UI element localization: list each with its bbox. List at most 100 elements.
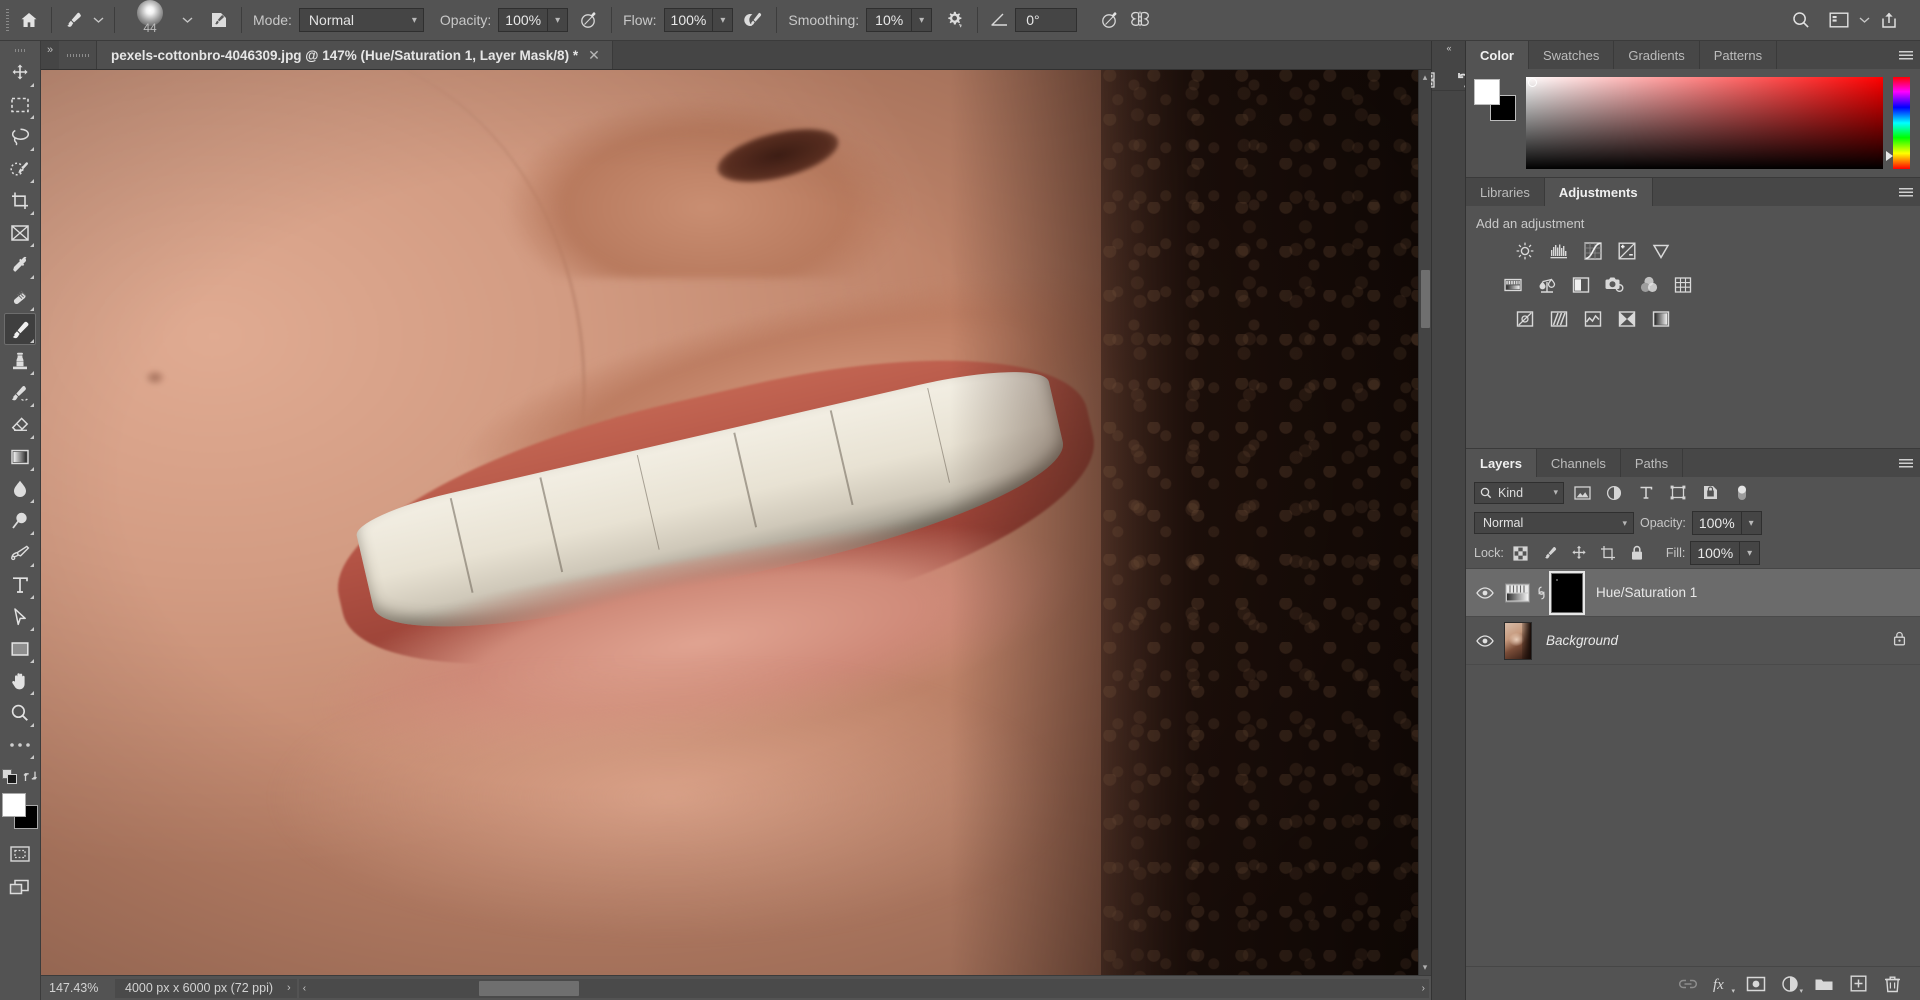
layer-fill-input[interactable]: 100%	[1690, 541, 1741, 565]
zoom-level-field[interactable]: 147.43%	[41, 981, 113, 995]
new-layer-button[interactable]	[1844, 971, 1872, 997]
tools-gripper[interactable]	[13, 43, 27, 57]
chevron-down-icon[interactable]	[1854, 6, 1874, 34]
lock-image-pixels[interactable]	[1538, 542, 1562, 564]
document-info[interactable]: 4000 px x 6000 px (72 ppi) ›	[115, 978, 297, 998]
hue-ramp-marker[interactable]	[1886, 151, 1893, 161]
chevron-right-icon[interactable]: ›	[287, 982, 291, 994]
sidebar-item-path-selection-tool[interactable]	[4, 601, 36, 633]
smoothing-chevron-icon[interactable]: ▾	[912, 8, 933, 32]
default-colors-icon[interactable]	[2, 768, 18, 790]
lock-all[interactable]	[1625, 542, 1649, 564]
gear-icon[interactable]	[940, 6, 970, 34]
smoothing-input[interactable]: 10%	[866, 8, 913, 32]
add-layer-mask-button[interactable]	[1742, 971, 1770, 997]
lock-position[interactable]	[1567, 542, 1591, 564]
opacity-input[interactable]: 100%	[498, 8, 549, 32]
scroll-right-arrow-icon[interactable]: ›	[1422, 983, 1425, 994]
foreground-background-color[interactable]	[2, 793, 38, 829]
vibrance-adjustment[interactable]	[1646, 237, 1676, 265]
flow-chevron-icon[interactable]: ▾	[713, 8, 734, 32]
layer-visibility-toggle[interactable]	[1466, 586, 1504, 599]
filter-shape-layers[interactable]	[1664, 481, 1692, 505]
sidebar-item-gradient-tool[interactable]	[4, 441, 36, 473]
tab-paths[interactable]: Paths	[1620, 449, 1684, 477]
sidebar-item-eraser-tool[interactable]	[4, 409, 36, 441]
layer-name[interactable]: Hue/Saturation 1	[1596, 585, 1697, 600]
more-tools-ellipsis-icon[interactable]	[4, 729, 36, 761]
brush-size-preview[interactable]: 44	[122, 0, 178, 38]
invert-adjustment[interactable]	[1510, 305, 1540, 333]
brush-preset-chevron-icon[interactable]	[89, 6, 107, 34]
sidebar-item-pen-tool[interactable]	[4, 537, 36, 569]
chevron-double-right-icon[interactable]: «	[1446, 43, 1451, 53]
sidebar-item-hand-tool[interactable]	[4, 665, 36, 697]
adjustment-layer-thumbnail[interactable]	[1504, 580, 1530, 606]
scroll-up-arrow-icon[interactable]: ▴	[1423, 70, 1428, 85]
sidebar-item-healing-brush-tool[interactable]	[4, 281, 36, 313]
layer-opacity-chevron-icon[interactable]: ▾	[1741, 511, 1762, 535]
curves-adjustment[interactable]	[1578, 237, 1608, 265]
swap-colors-icon[interactable]	[23, 769, 38, 789]
image-canvas[interactable]	[41, 70, 1418, 975]
chevron-double-left-icon[interactable]: »	[41, 41, 59, 69]
link-layers-button[interactable]	[1674, 971, 1702, 997]
color-panel-swatches[interactable]	[1474, 79, 1516, 121]
filter-toggle[interactable]	[1728, 481, 1756, 505]
black-white-adjustment[interactable]	[1566, 271, 1596, 299]
sidebar-item-type-tool[interactable]	[4, 569, 36, 601]
scroll-down-arrow-icon[interactable]: ▾	[1423, 960, 1428, 975]
layer-fill-chevron-icon[interactable]: ▾	[1740, 541, 1761, 565]
layer-visibility-toggle[interactable]	[1466, 634, 1504, 647]
selective-color-adjustment[interactable]	[1612, 305, 1642, 333]
table-row[interactable]: Hue/Saturation 1	[1466, 569, 1920, 617]
angle-input[interactable]: 0°	[1015, 8, 1078, 32]
blend-mode-select[interactable]: Normal ▾	[298, 8, 424, 32]
sidebar-item-crop-tool[interactable]	[4, 185, 36, 217]
tab-strip-gripper[interactable]	[59, 41, 97, 69]
brush-preset-icon[interactable]	[59, 6, 89, 34]
filter-type-layers[interactable]	[1632, 481, 1660, 505]
color-balance-adjustment[interactable]	[1532, 271, 1562, 299]
layer-kind-filter[interactable]: Kind ▾	[1474, 481, 1564, 504]
tab-adjustments[interactable]: Adjustments	[1544, 178, 1653, 206]
hue-ramp[interactable]	[1893, 77, 1910, 169]
sidebar-item-shape-tool[interactable]	[4, 633, 36, 665]
posterize-adjustment[interactable]	[1544, 305, 1574, 333]
layer-name[interactable]: Background	[1546, 633, 1618, 648]
panel-menu-icon[interactable]	[1892, 178, 1920, 206]
layer-thumbnail[interactable]	[1504, 621, 1532, 660]
new-adjustment-layer-button[interactable]: ▾	[1776, 971, 1804, 997]
color-lookup-adjustment[interactable]	[1668, 271, 1698, 299]
pressure-opacity-icon[interactable]	[574, 6, 604, 34]
filter-adjustment-layers[interactable]	[1600, 481, 1628, 505]
sidebar-item-frame-tool[interactable]	[4, 217, 36, 249]
threshold-adjustment[interactable]	[1578, 305, 1608, 333]
flow-input[interactable]: 100%	[663, 8, 714, 32]
canvas-vertical-scrollbar[interactable]: ▴ ▾	[1418, 70, 1431, 975]
close-icon[interactable]: ✕	[588, 47, 600, 64]
opacity-chevron-icon[interactable]: ▾	[548, 8, 569, 32]
exposure-adjustment[interactable]	[1612, 237, 1642, 265]
panel-menu-icon[interactable]	[1892, 449, 1920, 477]
color-picker-marker[interactable]	[1528, 78, 1537, 87]
filter-smart-objects[interactable]	[1696, 481, 1724, 505]
sidebar-item-lasso-tool[interactable]	[4, 121, 36, 153]
workspace-icon[interactable]	[1824, 6, 1854, 34]
pressure-size-icon[interactable]	[1095, 6, 1125, 34]
screen-mode-icon[interactable]	[5, 875, 35, 901]
sidebar-item-marquee-tool[interactable]	[4, 89, 36, 121]
tab-layers[interactable]: Layers	[1466, 449, 1537, 477]
symmetry-icon[interactable]	[1125, 6, 1155, 34]
tab-libraries[interactable]: Libraries	[1466, 178, 1545, 206]
new-group-button[interactable]	[1810, 971, 1838, 997]
tab-color[interactable]: Color	[1466, 41, 1529, 69]
lock-artboard-nesting[interactable]	[1596, 542, 1620, 564]
sidebar-item-zoom-tool[interactable]	[4, 697, 36, 729]
options-bar-gripper[interactable]	[0, 5, 14, 35]
sidebar-item-object-selection-tool[interactable]	[4, 153, 36, 185]
layer-mask-thumbnail[interactable]	[1549, 570, 1585, 615]
sidebar-item-history-brush-tool[interactable]	[4, 377, 36, 409]
document-tab[interactable]: pexels-cottonbro-4046309.jpg @ 147% (Hue…	[97, 41, 613, 69]
filter-pixel-layers[interactable]	[1568, 481, 1596, 505]
